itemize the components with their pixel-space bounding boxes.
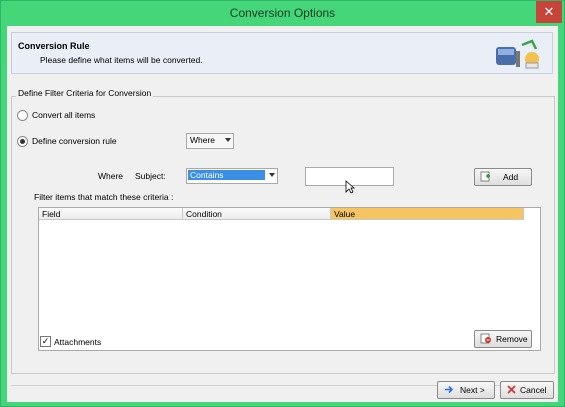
add-icon xyxy=(480,171,490,182)
column-header-value[interactable]: Value xyxy=(331,208,524,220)
where-dropdown[interactable]: Where xyxy=(186,133,234,149)
add-button[interactable]: Add xyxy=(474,168,532,186)
where-label: Where xyxy=(98,171,124,181)
chevron-down-icon xyxy=(269,173,275,177)
mailbox-conversion-icon xyxy=(496,39,539,69)
where-dropdown-value: Where xyxy=(190,135,216,145)
condition-dropdown[interactable]: Contains xyxy=(186,168,278,184)
next-icon xyxy=(445,385,454,394)
cancel-button[interactable]: Cancel xyxy=(500,381,554,399)
remove-icon xyxy=(480,333,491,344)
close-icon xyxy=(507,385,516,394)
header-subtitle: Please define what items will be convert… xyxy=(40,55,203,65)
filter-criteria-legend: Define Filter Criteria for Conversion xyxy=(16,88,154,98)
mouse-cursor-icon xyxy=(345,180,355,194)
criteria-grid[interactable]: Field Condition Value xyxy=(38,180,541,351)
chevron-down-icon xyxy=(225,138,231,142)
remove-button[interactable]: Remove xyxy=(474,330,532,348)
column-header-condition[interactable]: Condition xyxy=(183,208,331,220)
dialog-body: Conversion Rule Please define what items… xyxy=(7,26,558,402)
field-label: Subject: xyxy=(135,171,166,181)
convert-all-label[interactable]: Convert all items xyxy=(32,110,95,120)
window-close-button[interactable]: ✕ xyxy=(536,1,562,23)
window-title: Conversion Options xyxy=(229,6,336,20)
conversion-options-window: Conversion Options ✕ Conversion Rule Ple… xyxy=(0,0,565,407)
attachments-label[interactable]: Attachments xyxy=(54,337,101,347)
next-button[interactable]: Next > xyxy=(437,381,495,399)
define-rule-radio[interactable] xyxy=(17,136,28,147)
remove-button-label: Remove xyxy=(496,334,528,344)
cancel-button-label: Cancel xyxy=(520,385,547,395)
define-rule-label[interactable]: Define conversion rule xyxy=(32,136,117,146)
title-bar[interactable]: Conversion Options ✕ xyxy=(1,1,564,26)
attachments-checkbox[interactable]: ✓ xyxy=(40,336,51,347)
condition-value: Contains xyxy=(188,170,265,180)
convert-all-radio[interactable] xyxy=(17,110,28,121)
add-button-label: Add xyxy=(503,172,519,182)
header-title: Conversion Rule xyxy=(18,41,90,51)
column-header-field[interactable]: Field xyxy=(39,208,183,220)
header-panel: Conversion Rule Please define what items… xyxy=(11,32,553,74)
filter-caption: Filter items that match these criteria : xyxy=(34,192,174,202)
next-button-label: Next > xyxy=(460,385,485,395)
